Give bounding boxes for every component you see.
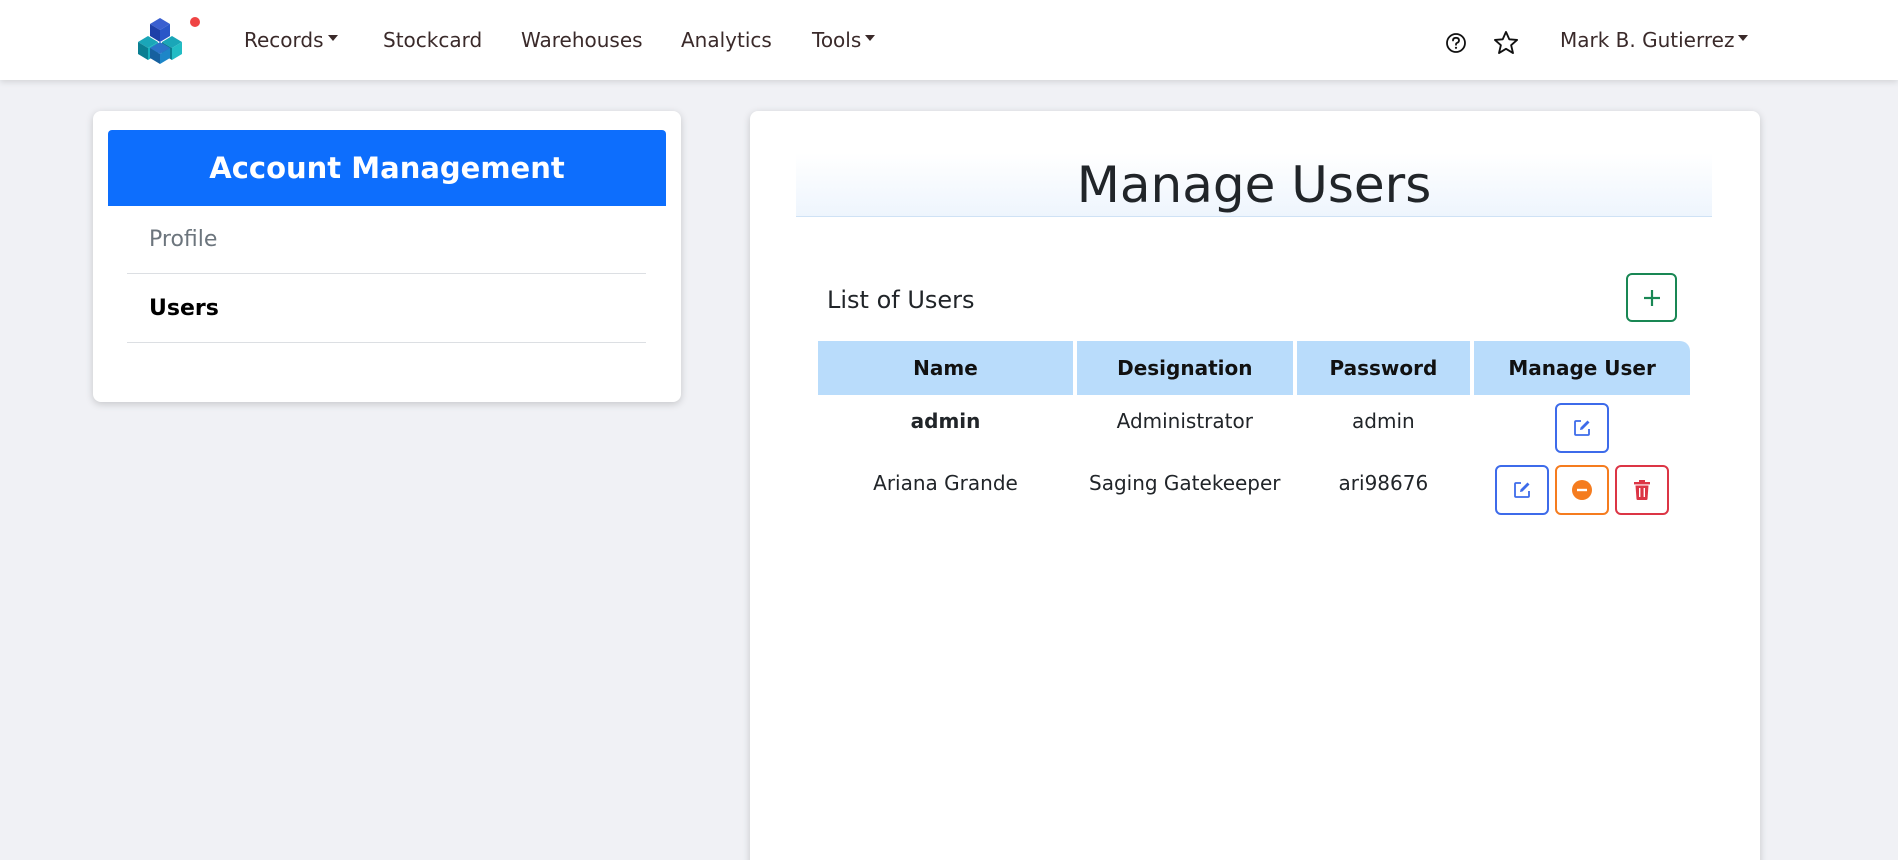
sidebar-header: Account Management xyxy=(108,130,666,206)
column-header-designation: Designation xyxy=(1077,341,1293,395)
user-designation-cell: Administrator xyxy=(1116,409,1253,433)
user-actions-cell xyxy=(1474,395,1690,457)
user-name-cell: admin xyxy=(910,409,981,433)
column-header-name: Name xyxy=(818,341,1073,395)
table-row: admin Administrator admin xyxy=(818,395,1690,457)
chevron-down-icon xyxy=(327,34,338,41)
user-password-cell: ari98676 xyxy=(1338,471,1429,495)
manage-users-panel: Manage Users List of Users Name Designat… xyxy=(750,111,1760,860)
table-row: Ariana Grande Saging Gatekeeper ari98676 xyxy=(818,457,1690,519)
minus-circle-icon xyxy=(1572,480,1593,500)
notification-dot xyxy=(190,17,200,27)
user-menu[interactable]: Mark B. Gutierrez xyxy=(1560,28,1749,52)
sidebar-item-users[interactable]: Users xyxy=(127,275,646,343)
edit-user-button[interactable] xyxy=(1555,403,1610,453)
nav-analytics-label: Analytics xyxy=(681,28,772,52)
chevron-down-icon xyxy=(1738,34,1749,41)
user-designation-cell: Saging Gatekeeper xyxy=(1089,471,1281,495)
column-header-manage-user: Manage User xyxy=(1474,341,1690,395)
user-name: Mark B. Gutierrez xyxy=(1560,28,1735,52)
nav-tools-label: Tools xyxy=(812,28,862,52)
users-table: Name Designation Password Manage User ad… xyxy=(814,341,1694,519)
user-password-cell: admin xyxy=(1352,409,1415,433)
nav-tools[interactable]: Tools xyxy=(812,28,876,52)
user-name-cell: Ariana Grande xyxy=(873,471,1018,495)
edit-user-button[interactable] xyxy=(1495,465,1550,515)
table-header-row: Name Designation Password Manage User xyxy=(818,341,1690,395)
sidebar-item-label: Users xyxy=(149,296,219,321)
page-title: Manage Users xyxy=(1076,155,1432,214)
top-navbar: Records Stockcard Warehouses Analytics T… xyxy=(0,0,1898,80)
nav-warehouses[interactable]: Warehouses xyxy=(521,28,643,52)
star-icon[interactable] xyxy=(1492,29,1520,61)
chevron-down-icon xyxy=(865,34,876,41)
nav-analytics[interactable]: Analytics xyxy=(681,28,772,52)
nav-stockcard-label: Stockcard xyxy=(383,28,483,52)
trash-icon xyxy=(1634,480,1651,500)
column-header-password: Password xyxy=(1296,341,1471,395)
sidebar-item-label: Profile xyxy=(149,227,218,252)
disable-user-button[interactable] xyxy=(1555,465,1610,515)
nav-records-label: Records xyxy=(244,28,324,52)
user-actions-cell xyxy=(1474,457,1690,519)
edit-icon xyxy=(1514,482,1530,498)
account-sidebar: Account Management Profile Users xyxy=(93,111,681,402)
nav-warehouses-label: Warehouses xyxy=(521,28,643,52)
question-circle-icon[interactable] xyxy=(1445,32,1467,58)
nav-stockcard[interactable]: Stockcard xyxy=(383,28,482,52)
title-banner: Manage Users xyxy=(796,153,1712,217)
plus-icon xyxy=(1643,289,1660,306)
add-user-button[interactable] xyxy=(1626,273,1677,322)
list-title: List of Users xyxy=(827,286,975,314)
sidebar-item-profile[interactable]: Profile xyxy=(127,206,646,274)
delete-user-button[interactable] xyxy=(1615,465,1670,515)
edit-icon xyxy=(1574,420,1590,436)
nav-records[interactable]: Records xyxy=(244,28,338,52)
